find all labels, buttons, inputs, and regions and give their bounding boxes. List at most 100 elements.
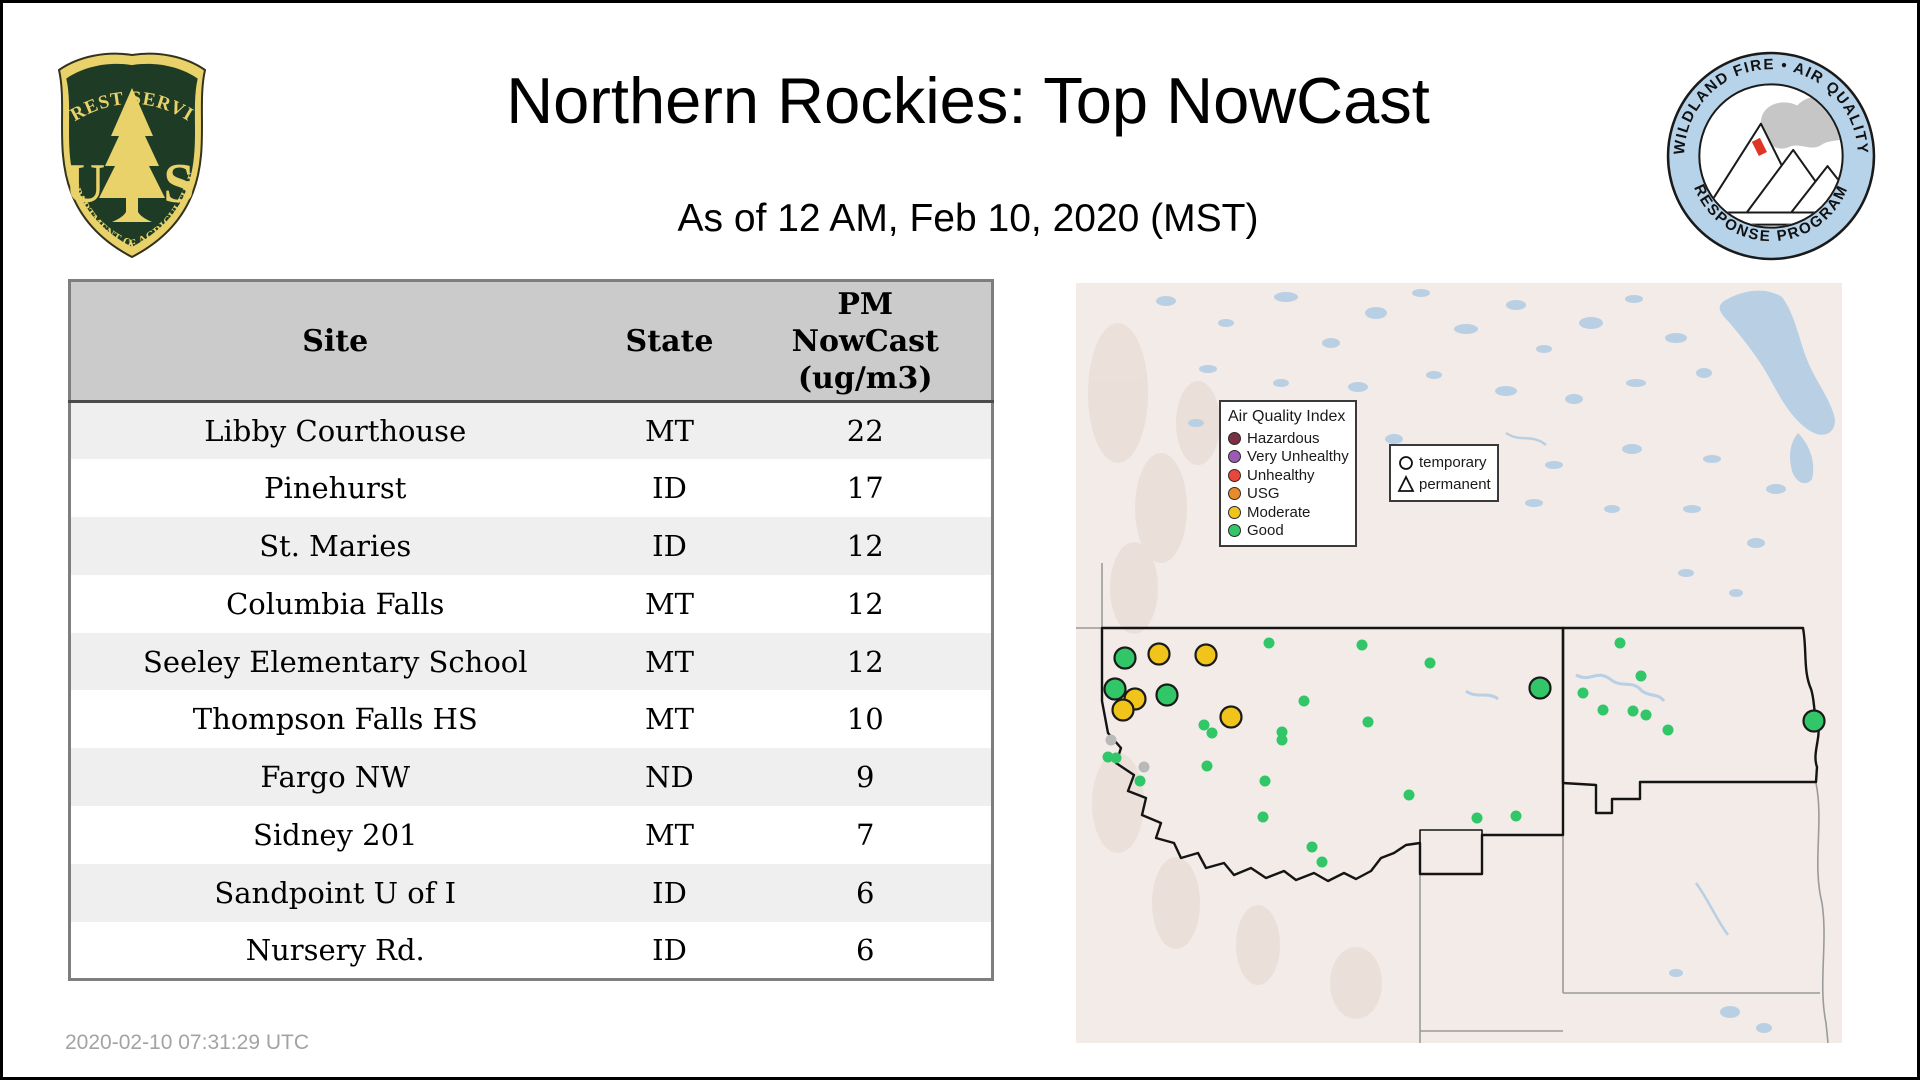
monitor-dot-good-small	[1635, 670, 1647, 682]
aqi-legend-item: Very Unhealthy	[1228, 448, 1349, 467]
site-cell: Thompson Falls HS	[192, 702, 478, 737]
monitor-dot-good-small	[1306, 841, 1318, 853]
state-cell: MT	[644, 586, 695, 621]
aqi-legend-title: Air Quality Index	[1228, 408, 1346, 425]
aqi-swatch-icon	[1228, 505, 1241, 519]
monitor-dot-moderate-large	[1194, 643, 1218, 667]
monitor-dot-good-small	[1276, 734, 1288, 746]
state-cell: ND	[645, 760, 694, 795]
table-row: Sidney 201 MT 7	[69, 806, 993, 864]
page-title: Northern Rockies: Top NowCast	[506, 64, 1430, 137]
monitor-dot-good-small	[1201, 760, 1213, 772]
monitor-dot-good-small	[1662, 724, 1674, 736]
monitor-dot-good-small	[1471, 812, 1483, 824]
monitor-dot-good-small	[1627, 705, 1639, 717]
aqi-swatch-icon	[1228, 524, 1241, 538]
state-cell: ID	[652, 528, 687, 563]
aqi-legend-label: USG	[1247, 485, 1280, 503]
state-cell: MT	[644, 817, 695, 852]
col-header-state: State	[599, 280, 740, 403]
aqi-legend: Air Quality Index Hazardous Very Unhealth…	[1219, 400, 1357, 547]
aqi-legend-label: Unhealthy	[1247, 466, 1315, 484]
generated-timestamp: 2020-02-10 07:31:29 UTC	[65, 1031, 309, 1054]
table-row: Fargo NW ND 9	[69, 748, 993, 807]
aqi-legend-item: Hazardous	[1228, 429, 1348, 448]
pm-value-cell: 6	[856, 932, 875, 967]
pm-value-cell: 10	[846, 702, 884, 737]
forest-service-shield-icon: FOREST SERVICE U S DEPARTMENT OF AGRICUL…	[39, 34, 207, 259]
monitor-dot-good-small	[1597, 704, 1609, 716]
aqi-swatch-icon	[1228, 450, 1241, 464]
page-frame: FOREST SERVICE U S DEPARTMENT OF AGRICUL…	[0, 0, 1920, 1080]
site-cell: Fargo NW	[260, 760, 411, 795]
aqi-legend-label: Very Unhealthy	[1247, 448, 1349, 466]
monitor-dot-good-small	[1198, 719, 1210, 731]
monitor-dot-good-small	[1510, 810, 1522, 822]
site-cell: Sidney 201	[253, 817, 418, 852]
monitor-dot-good-small	[1259, 775, 1271, 787]
monitor-type-legend: temporary permanent	[1389, 444, 1499, 502]
monitor-dot-moderate-large	[1147, 642, 1171, 666]
monitor-dot-good-small	[1640, 709, 1652, 721]
monitor-map: Air Quality Index Hazardous Very Unhealth…	[1076, 283, 1842, 1043]
site-cell: Pinehurst	[264, 471, 407, 506]
monitor-dot-moderate-large	[1219, 705, 1243, 729]
monitor-dot-good-small	[1134, 775, 1146, 787]
monitor-dot-good-large	[1155, 683, 1179, 707]
aqi-legend-label: Good	[1247, 522, 1284, 540]
state-cell: ID	[652, 471, 687, 506]
table-row: St. Maries ID 12	[69, 517, 993, 575]
monitor-dot-good-large	[1528, 676, 1552, 700]
monitor-dot-good-small	[1263, 637, 1275, 649]
table-row: Columbia Falls MT 12	[69, 574, 993, 633]
monitor-dot-good-small	[1356, 639, 1368, 651]
pm-value-cell: 9	[856, 760, 875, 795]
state-cell: MT	[644, 644, 695, 679]
state-cell: ID	[652, 875, 687, 910]
table-row: Pinehurst ID 17	[69, 459, 993, 518]
monitor-dot-good-large	[1802, 709, 1826, 733]
pm-value-cell: 12	[846, 586, 884, 621]
monitor-dot-good-small	[1614, 637, 1626, 649]
table-row: Thompson Falls HS MT 10	[69, 690, 993, 749]
forest-service-logo: FOREST SERVICE U S DEPARTMENT OF AGRICUL…	[39, 34, 217, 263]
table-row: Nursery Rd. ID 6	[69, 921, 993, 980]
table-header-row: Site State PM NowCast (ug/m3)	[69, 280, 993, 403]
table-row: Seeley Elementary School MT 12	[69, 632, 993, 691]
col-header-site: Site	[69, 280, 600, 403]
aqi-swatch-icon	[1228, 487, 1241, 501]
monitor-dot-nodata-small	[1138, 761, 1150, 773]
monitor-dot-good-small	[1257, 811, 1269, 823]
site-cell: Sandpoint U of I	[214, 875, 457, 910]
monitor-dot-moderate-large	[1111, 698, 1135, 722]
pm-value-cell: 12	[846, 644, 884, 679]
table-row: Sandpoint U of I ID 6	[69, 863, 993, 922]
aqi-legend-item: Moderate	[1228, 503, 1348, 522]
aqi-legend-label: Hazardous	[1247, 429, 1320, 447]
monitor-dot-good-small	[1298, 695, 1310, 707]
map-canvas	[1076, 283, 1842, 1043]
monitor-dot-good-large	[1113, 646, 1137, 670]
page-subtitle: As of 12 AM, Feb 10, 2020 (MST)	[677, 197, 1259, 240]
monitor-dot-good-small	[1110, 752, 1122, 764]
temporary-monitor-icon	[1399, 456, 1413, 470]
aqi-legend-item: Good	[1228, 522, 1348, 541]
temporary-label: temporary	[1419, 453, 1487, 471]
col-header-pm-nowcast: PM NowCast (ug/m3)	[739, 280, 993, 403]
state-cell: ID	[652, 932, 687, 967]
pm-value-cell: 12	[846, 528, 884, 563]
pm-value-cell: 17	[846, 471, 884, 506]
site-cell: St. Maries	[259, 528, 412, 563]
site-cell: Columbia Falls	[226, 586, 445, 621]
aqi-legend-item: Unhealthy	[1228, 466, 1348, 485]
monitor-dot-good-small	[1577, 687, 1589, 699]
permanent-monitor-icon	[1397, 474, 1415, 492]
wfaqrp-circle-icon: WILDLAND FIRE • AIR QUALITY RESPONSE PRO…	[1666, 51, 1876, 261]
pm-value-cell: 7	[856, 817, 875, 852]
monitor-dot-nodata-small	[1105, 734, 1117, 746]
site-cell: Seeley Elementary School	[142, 644, 528, 679]
aqi-legend-label: Moderate	[1247, 503, 1311, 521]
monitor-dot-good-small	[1424, 657, 1436, 669]
state-cell: MT	[644, 702, 695, 737]
nowcast-table: Site State PM NowCast (ug/m3) Libby Cour…	[68, 279, 994, 981]
